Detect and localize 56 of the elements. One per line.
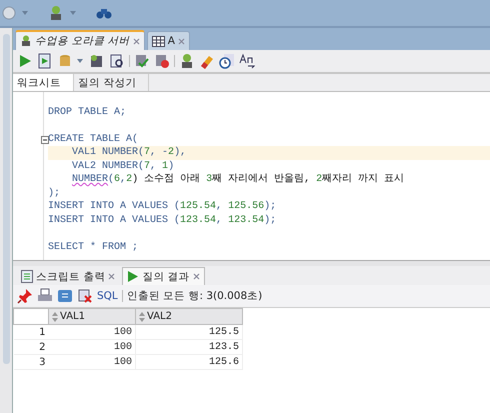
row-number: 2 xyxy=(14,340,48,354)
run-script-icon[interactable] xyxy=(37,53,53,69)
table-cell: 100 xyxy=(48,354,136,370)
result-tab[interactable]: 스크립트 출력 xyxy=(16,267,120,285)
code-line: INSERT INTO A VALUES (125.54, 125.56); xyxy=(48,200,276,214)
code-line: SELECT * FROM ; xyxy=(48,240,138,254)
column-header[interactable]: VAL2 xyxy=(136,308,242,324)
binoculars-icon[interactable] xyxy=(96,7,112,19)
close-icon[interactable] xyxy=(132,38,140,44)
editor-tab[interactable]: A xyxy=(146,31,190,50)
worksheet-tab[interactable]: 워크시트 xyxy=(13,74,74,91)
code-line: DROP TABLE A; xyxy=(48,106,126,119)
close-icon[interactable] xyxy=(192,273,200,280)
table-cell: 123.5 xyxy=(136,340,242,354)
pin-icon[interactable] xyxy=(17,288,33,304)
code-line: VAL1 NUMBER(7, -2), xyxy=(72,146,186,160)
play-icon xyxy=(127,270,140,283)
close-icon[interactable] xyxy=(108,273,116,280)
sort-icon xyxy=(139,312,145,322)
row-number: 1 xyxy=(14,324,48,340)
code-line: ); xyxy=(48,186,60,200)
print-icon[interactable] xyxy=(37,288,53,304)
row-number: 3 xyxy=(14,354,48,370)
sort-icon xyxy=(52,312,58,322)
eraser-icon[interactable] xyxy=(199,53,215,69)
sql-link[interactable]: SQL xyxy=(97,290,118,302)
commit-icon[interactable] xyxy=(89,53,105,69)
code-line: NUMBER(6,2) 소수점 아래 3째 자리에서 반올림, 2째자리 까지 표시 xyxy=(72,173,404,186)
table-cell: 125.5 xyxy=(136,324,242,340)
close-icon[interactable] xyxy=(178,38,185,44)
column-header[interactable]: VAL1 xyxy=(48,308,136,324)
database-icon[interactable] xyxy=(48,5,64,21)
fold-icon[interactable] xyxy=(41,136,49,144)
result-tab[interactable]: 질의 결과 xyxy=(122,267,205,285)
table-icon xyxy=(152,36,165,46)
code-line: CREATE TABLE A( xyxy=(48,132,138,146)
status-text: 인출된 모든 행: 3(0.008초) xyxy=(126,289,262,303)
database-icon xyxy=(20,35,32,47)
table-cell: 100 xyxy=(48,324,136,340)
font-case-icon[interactable] xyxy=(239,53,255,69)
table-cell: 100 xyxy=(48,340,136,354)
code-line: INSERT INTO A VALUES (123.54, 123.54); xyxy=(48,214,276,227)
check-icon[interactable] xyxy=(134,53,150,69)
code-line: VAL2 NUMBER(7, 1) xyxy=(72,160,174,173)
table-cell: 125.6 xyxy=(136,354,242,370)
rollback-icon[interactable] xyxy=(154,53,170,69)
run-icon[interactable] xyxy=(17,53,33,69)
clock-icon[interactable] xyxy=(219,53,235,69)
editor-tab[interactable]: 수업용 오라클 서버 xyxy=(15,30,145,50)
explain-icon[interactable] xyxy=(109,53,125,69)
back-icon[interactable] xyxy=(2,6,16,20)
export-icon[interactable] xyxy=(57,288,73,304)
clear-icon[interactable] xyxy=(77,288,93,304)
scrollbar[interactable] xyxy=(2,34,10,364)
worksheet-tab[interactable]: 질의 작성기 xyxy=(74,74,150,91)
user-icon[interactable] xyxy=(179,53,195,69)
